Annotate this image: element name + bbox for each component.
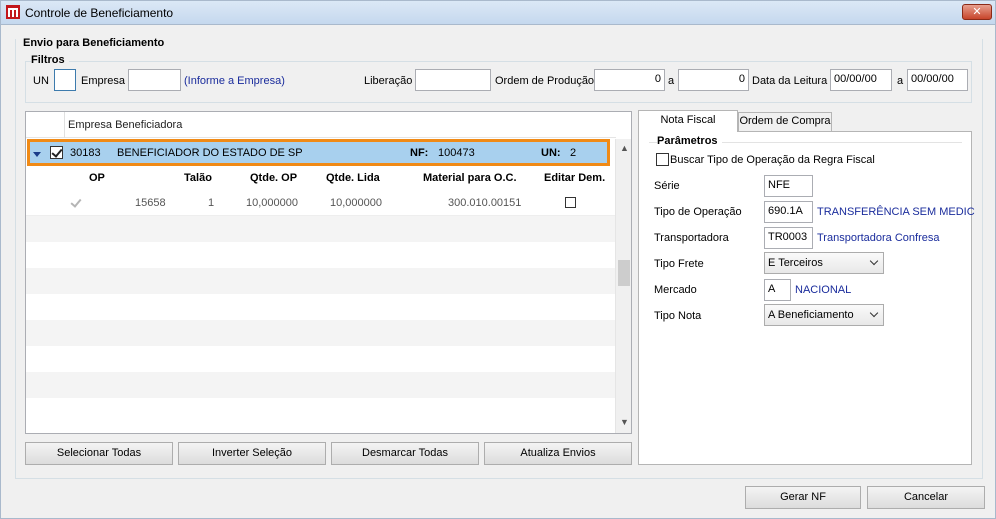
tab-ordem-compra[interactable]: Ordem de Compra	[738, 112, 832, 131]
data-from-input[interactable]: 00/00/00	[830, 69, 892, 91]
empresa-label: Empresa	[81, 75, 126, 87]
mercado-input[interactable]: A	[764, 279, 791, 301]
data-range-a-label: a	[897, 75, 904, 87]
buscar-checkbox[interactable]	[656, 153, 669, 166]
mercado-label: Mercado	[654, 284, 697, 296]
grid-header: Empresa Beneficiadora	[26, 112, 616, 138]
op-from-input[interactable]: 0	[594, 69, 665, 91]
close-button[interactable]: ✕	[962, 4, 992, 20]
transportadora-label: Transportadora	[654, 232, 729, 244]
atualiza-envios-button[interactable]: Atualiza Envios	[484, 442, 632, 465]
list-item	[26, 320, 616, 346]
cell-op: 15658	[135, 197, 166, 209]
ordem-producao-label: Ordem de Produção	[495, 75, 595, 87]
master-name: BENEFICIADOR DO ESTADO DE SP	[117, 147, 303, 159]
serie-input[interactable]: NFE	[764, 175, 813, 197]
un-label: UN	[33, 75, 49, 87]
tipo-frete-select[interactable]: E Terceiros	[764, 252, 884, 274]
master-un-value: 2	[570, 147, 577, 159]
master-un-label: UN:	[541, 147, 561, 159]
master-row-selected[interactable]: 30183 BENEFICIADOR DO ESTADO DE SP NF: 1…	[27, 139, 610, 166]
title-bar: Controle de Beneficiamento ✕	[1, 1, 995, 25]
list-item	[26, 242, 616, 268]
beneficiadora-grid[interactable]: Empresa Beneficiadora 30183 BENEFICIADOR…	[25, 111, 632, 434]
table-row[interactable]: 15658 1 10,000000 10,000000 300.010.0015…	[26, 190, 616, 216]
empresa-hint: (Informe a Empresa)	[184, 75, 285, 87]
chevron-down-icon	[869, 256, 879, 266]
col-editar-dem: Editar Dem.	[544, 172, 606, 184]
buscar-label: Buscar Tipo de Operação da Regra Fiscal	[670, 154, 875, 166]
row-editar-checkbox[interactable]	[565, 197, 576, 208]
col-talao: Talão	[184, 172, 212, 184]
col-material: Material para O.C.	[423, 172, 517, 184]
window-title: Controle de Beneficiamento	[25, 6, 174, 20]
grid-header-empresa: Empresa Beneficiadora	[68, 119, 183, 131]
tipo-nota-value: A Beneficiamento	[768, 309, 854, 321]
col-op: OP	[89, 172, 105, 184]
tipo-frete-label: Tipo Frete	[654, 258, 704, 270]
chevron-down-icon	[869, 308, 879, 318]
op-range-a-label: a	[668, 75, 675, 87]
nota-fiscal-panel: Parâmetros Buscar Tipo de Operação da Re…	[638, 131, 975, 465]
expand-arrow-icon[interactable]	[33, 152, 41, 157]
list-item	[26, 294, 616, 320]
tipo-nota-label: Tipo Nota	[654, 310, 702, 322]
data-to-input[interactable]: 00/00/00	[907, 69, 968, 91]
gerar-nf-button[interactable]: Gerar NF	[745, 486, 861, 509]
list-item	[26, 268, 616, 294]
list-item	[26, 216, 616, 242]
selecionar-todas-button[interactable]: Selecionar Todas	[25, 442, 173, 465]
master-row-checkbox[interactable]	[50, 146, 63, 159]
main-window: Controle de Beneficiamento ✕ Envio para …	[0, 0, 996, 519]
tipo-operacao-label: Tipo de Operação	[654, 206, 742, 218]
tab-nota-fiscal[interactable]: Nota Fiscal	[638, 110, 738, 132]
data-leitura-label: Data da Leitura	[752, 75, 828, 87]
cell-qtde-lida: 10,000000	[330, 197, 382, 209]
transportadora-desc: Transportadora Confresa	[817, 232, 940, 244]
list-item	[26, 346, 616, 372]
tipo-operacao-input[interactable]: 690.1A	[764, 201, 813, 223]
tipo-frete-value: E Terceiros	[768, 257, 823, 269]
master-nf-label: NF:	[410, 147, 429, 159]
parametros-title: Parâmetros	[657, 135, 722, 147]
empresa-input[interactable]	[128, 69, 181, 91]
un-input[interactable]	[54, 69, 76, 91]
app-icon	[6, 5, 20, 19]
mercado-desc: NACIONAL	[795, 284, 852, 296]
envio-group-title: Envio para Beneficiamento	[23, 37, 169, 49]
cell-talao: 1	[208, 197, 215, 209]
serie-label: Série	[654, 180, 680, 192]
list-item	[26, 372, 616, 398]
liberacao-label: Liberação	[364, 75, 413, 87]
col-qtde-op: Qtde. OP	[250, 172, 298, 184]
col-qtde-lida: Qtde. Lida	[326, 172, 380, 184]
liberacao-input[interactable]	[415, 69, 491, 91]
op-to-input[interactable]: 0	[678, 69, 749, 91]
scroll-up-icon[interactable]: ▲	[620, 143, 629, 153]
master-code: 30183	[70, 147, 101, 159]
detail-header: OP Talão Qtde. OP Qtde. Lida Material pa…	[26, 168, 616, 190]
row-select-checkbox[interactable]	[70, 197, 83, 210]
cell-qtde-op: 10,000000	[246, 197, 298, 209]
cell-material: 300.010.00151	[448, 197, 522, 209]
scroll-down-icon[interactable]: ▼	[620, 417, 629, 427]
master-nf-value: 100473	[438, 147, 475, 159]
inverter-selecao-button[interactable]: Inverter Seleção	[178, 442, 326, 465]
cancelar-button[interactable]: Cancelar	[867, 486, 985, 509]
tipo-nota-select[interactable]: A Beneficiamento	[764, 304, 884, 326]
list-item	[26, 398, 616, 424]
filters-group-title: Filtros	[31, 54, 69, 66]
tipo-operacao-desc: TRANSFERÊNCIA SEM MEDIC	[817, 206, 975, 218]
transportadora-input[interactable]: TR0003	[764, 227, 813, 249]
scrollbar-thumb[interactable]	[618, 260, 630, 286]
grid-vertical-scrollbar[interactable]: ▲ ▼	[615, 139, 631, 433]
desmarcar-todas-button[interactable]: Desmarcar Todas	[331, 442, 479, 465]
